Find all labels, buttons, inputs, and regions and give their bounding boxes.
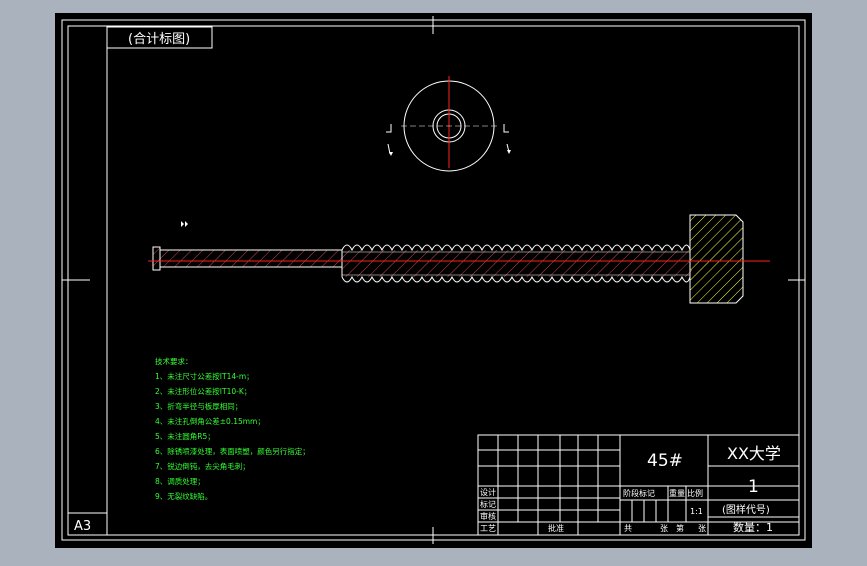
school-name: XX大学 bbox=[727, 444, 781, 463]
row-draw: 标记 bbox=[480, 499, 496, 509]
tech-item: 8、调质处理； bbox=[155, 476, 205, 486]
drawing-canvas: (合计标图) 技术要求： 1、未注尺寸公差按IT14-m； 2、未注形位公差按I… bbox=[55, 13, 812, 548]
tech-item: 2、未注形位公差按IT10-K； bbox=[155, 386, 251, 396]
material-label: 45# bbox=[647, 451, 683, 471]
stamp-label: (合计标图) bbox=[128, 32, 190, 47]
row-process: 工艺 bbox=[480, 524, 496, 533]
row-design: 设计 bbox=[480, 487, 496, 497]
sheet-index: 第 bbox=[676, 523, 684, 533]
sheet-size-label: A3 bbox=[74, 519, 91, 534]
tech-item: 7、锐边倒钝，去尖角毛刺； bbox=[155, 461, 250, 471]
quantity-label: 数量：1 bbox=[733, 521, 773, 534]
tech-item: 9、无裂纹缺陷。 bbox=[155, 491, 212, 501]
tech-item: 5、未注圆角R5； bbox=[155, 431, 215, 441]
scale-value: 1:1 bbox=[690, 507, 703, 516]
drawing-code: (图样代号) bbox=[722, 503, 770, 516]
drawing-number: 1 bbox=[748, 477, 759, 497]
header-weight: 重量 bbox=[669, 488, 685, 498]
row-check: 审核 bbox=[480, 511, 496, 521]
tech-item: 4、未注孔倒角公差±0.15mm； bbox=[155, 416, 265, 426]
sheet-unit-b: 张 bbox=[698, 524, 706, 533]
header-scale: 比例 bbox=[687, 488, 703, 498]
tech-item: 1、未注尺寸公差按IT14-m； bbox=[155, 371, 254, 381]
row-approve: 批准 bbox=[548, 523, 564, 533]
cad-drawing-viewport[interactable]: (合计标图) 技术要求： 1、未注尺寸公差按IT14-m； 2、未注形位公差按I… bbox=[0, 0, 867, 562]
tech-item: 3、折弯半径与板厚相同； bbox=[155, 401, 242, 411]
sheet-unit-a: 张 bbox=[660, 524, 668, 533]
sheet-total: 共 bbox=[624, 524, 632, 533]
tech-heading: 技术要求： bbox=[155, 356, 193, 366]
header-stage-mark: 阶段标记 bbox=[623, 488, 655, 498]
tech-item: 6、除锈喷漆处理，表面喷塑，颜色另行指定； bbox=[155, 446, 310, 456]
